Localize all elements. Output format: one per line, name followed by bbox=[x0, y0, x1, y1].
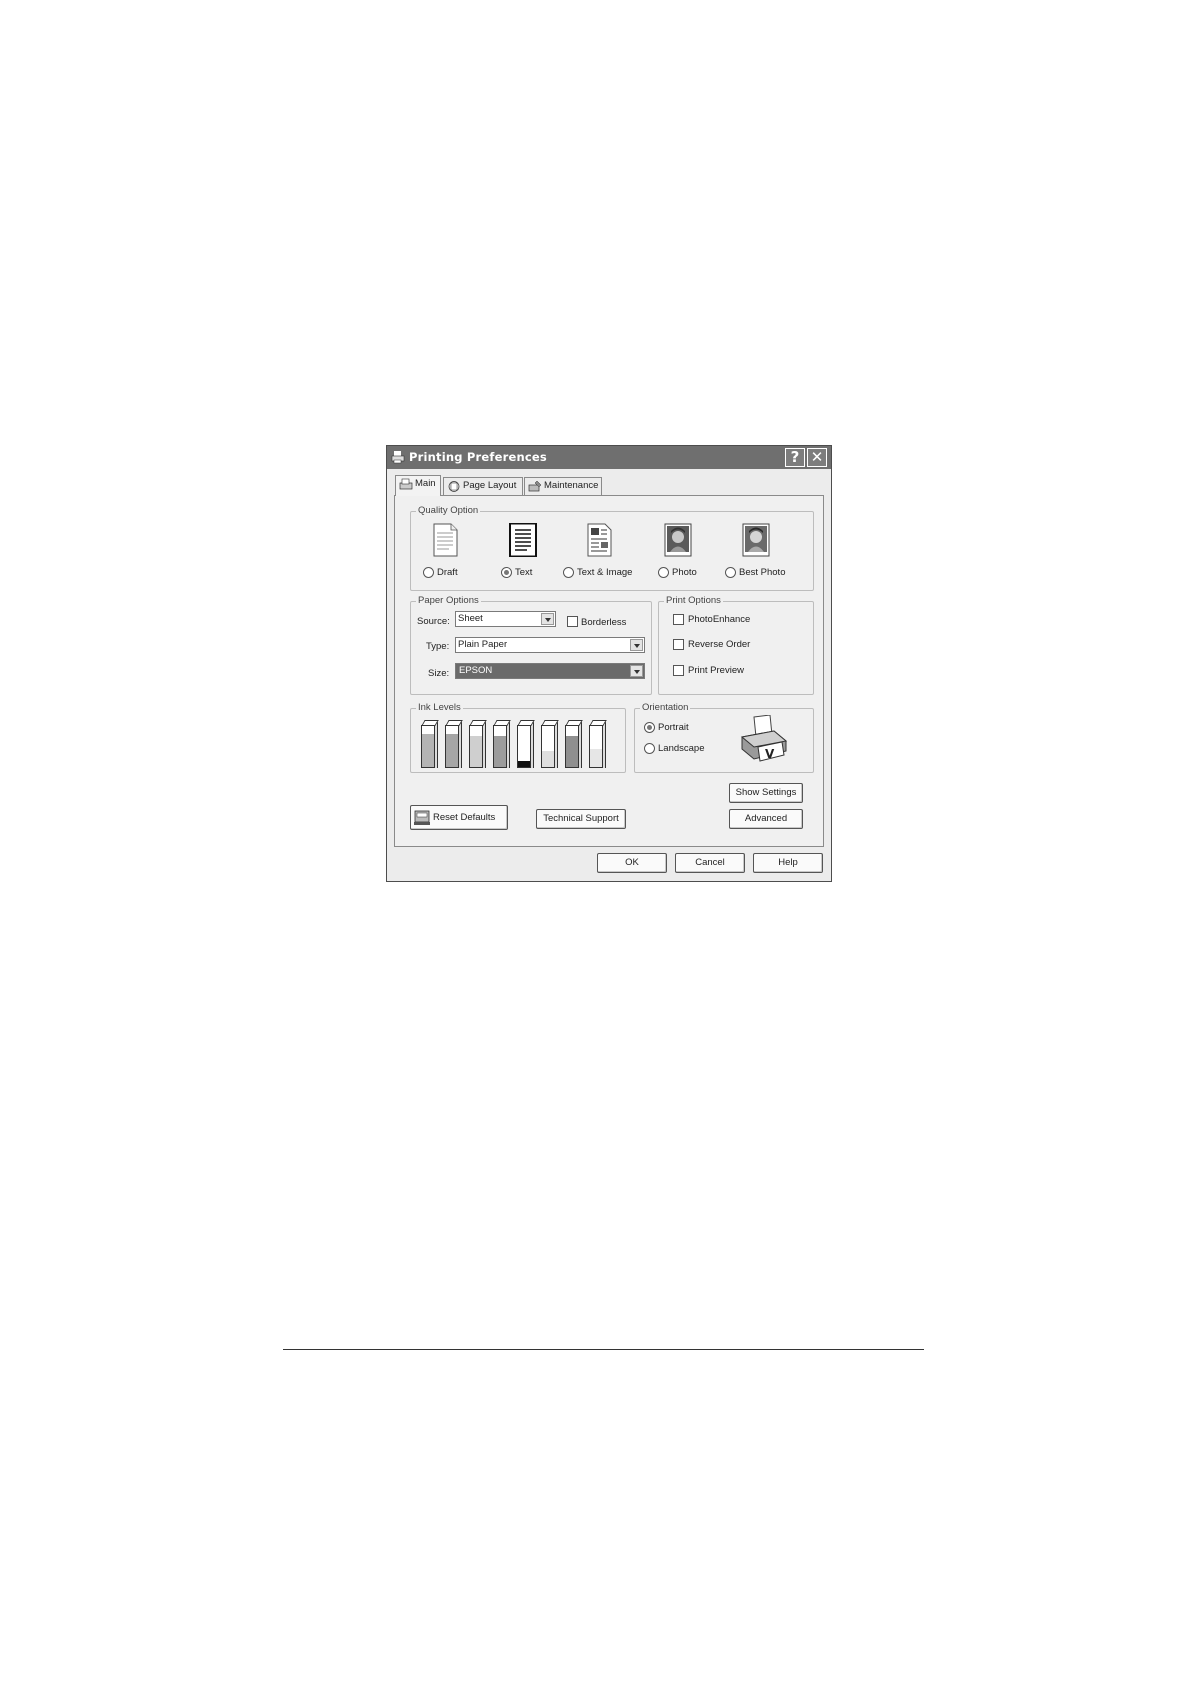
best-photo-label: Best Photo bbox=[739, 567, 786, 578]
reset-defaults-icon bbox=[414, 810, 430, 825]
print-preview-checkbox[interactable] bbox=[673, 665, 684, 676]
orientation-label: Orientation bbox=[640, 702, 691, 714]
size-label: Size: bbox=[428, 668, 450, 679]
size-select[interactable]: EPSON bbox=[455, 663, 645, 679]
landscape-radio[interactable] bbox=[644, 743, 655, 754]
text-label: Text bbox=[515, 567, 533, 578]
text-image-label: Text & Image bbox=[577, 567, 633, 578]
tab-maintenance-label: Maintenance bbox=[544, 480, 599, 491]
source-select[interactable]: Sheet bbox=[455, 611, 556, 627]
tab-page-layout[interactable]: Page Layout bbox=[443, 477, 523, 495]
chevron-down-icon[interactable] bbox=[630, 639, 643, 651]
ink-cartridge bbox=[541, 720, 559, 768]
source-label: Source: bbox=[417, 616, 450, 627]
tab-main[interactable]: Main bbox=[395, 475, 441, 496]
maintenance-icon bbox=[528, 480, 542, 492]
paper-options-label: Paper Options bbox=[416, 595, 481, 607]
text-image-page-icon[interactable] bbox=[585, 523, 613, 557]
advanced-button[interactable]: Advanced bbox=[729, 809, 803, 829]
dialog-title: Printing Preferences bbox=[409, 450, 547, 464]
text-image-radio[interactable] bbox=[563, 567, 574, 578]
printer-icon bbox=[391, 451, 405, 464]
quality-option-group: Quality Option Draft Text Text & Image P… bbox=[410, 505, 814, 591]
ink-cartridge bbox=[517, 720, 535, 768]
quality-option-label: Quality Option bbox=[416, 505, 481, 517]
best-photo-icon[interactable] bbox=[742, 523, 770, 557]
technical-support-button[interactable]: Technical Support bbox=[536, 809, 626, 829]
type-label: Type: bbox=[426, 641, 450, 652]
type-value: Plain Paper bbox=[458, 639, 508, 650]
print-preview-label: Print Preview bbox=[688, 665, 744, 676]
ink-cartridge bbox=[493, 720, 511, 768]
draft-label: Draft bbox=[437, 567, 458, 578]
printing-preferences-dialog: Printing Preferences ? ✕ Main Page Layou… bbox=[386, 445, 832, 882]
ink-level-fill bbox=[422, 734, 434, 767]
landscape-label: Landscape bbox=[658, 743, 705, 754]
print-options-group: Print Options PhotoEnhance Reverse Order… bbox=[658, 595, 814, 695]
chevron-down-icon[interactable] bbox=[541, 613, 554, 625]
help-titlebar-button[interactable]: ? bbox=[785, 448, 805, 467]
ink-cartridge bbox=[421, 720, 439, 768]
paper-options-group: Paper Options Source: Sheet Borderless T… bbox=[410, 595, 652, 695]
tab-main-label: Main bbox=[415, 478, 436, 489]
portrait-radio[interactable] bbox=[644, 722, 655, 733]
source-value: Sheet bbox=[458, 613, 483, 624]
photo-label: Photo bbox=[672, 567, 697, 578]
ink-cartridge bbox=[445, 720, 463, 768]
cancel-button[interactable]: Cancel bbox=[675, 853, 745, 873]
size-value: EPSON bbox=[458, 664, 494, 678]
ink-levels-group: Ink Levels bbox=[410, 702, 626, 773]
photo-icon[interactable] bbox=[664, 523, 692, 557]
page-footer-rule bbox=[283, 1349, 924, 1350]
draft-radio[interactable] bbox=[423, 567, 434, 578]
page-layout-icon bbox=[448, 481, 460, 492]
best-photo-radio[interactable] bbox=[725, 567, 736, 578]
ink-level-fill bbox=[542, 751, 554, 767]
main-tab-panel: Quality Option Draft Text Text & Image P… bbox=[394, 495, 824, 847]
ink-level-fill bbox=[566, 736, 578, 767]
chevron-down-icon[interactable] bbox=[630, 665, 643, 677]
show-settings-button[interactable]: Show Settings bbox=[729, 783, 803, 803]
ink-cartridge bbox=[589, 720, 607, 768]
reverse-order-checkbox[interactable] bbox=[673, 639, 684, 650]
orientation-group: Orientation Portrait Landscape V bbox=[634, 702, 814, 773]
reset-defaults-label: Reset Defaults bbox=[433, 812, 496, 823]
tab-page-layout-label: Page Layout bbox=[463, 480, 517, 491]
close-button[interactable]: ✕ bbox=[807, 448, 827, 467]
tab-maintenance[interactable]: Maintenance bbox=[524, 477, 602, 495]
ink-cartridge bbox=[565, 720, 583, 768]
draft-page-icon[interactable] bbox=[431, 523, 459, 557]
reverse-order-label: Reverse Order bbox=[688, 639, 751, 650]
photo-radio[interactable] bbox=[658, 567, 669, 578]
print-options-label: Print Options bbox=[664, 595, 723, 607]
printer-tab-icon bbox=[399, 478, 413, 490]
reset-defaults-button[interactable]: Reset Defaults bbox=[410, 805, 508, 830]
ink-level-fill bbox=[518, 761, 530, 767]
type-select[interactable]: Plain Paper bbox=[455, 637, 645, 653]
help-button[interactable]: Help bbox=[753, 853, 823, 873]
ink-level-fill bbox=[494, 736, 506, 767]
borderless-label: Borderless bbox=[581, 617, 627, 628]
ink-level-fill bbox=[590, 749, 602, 767]
portrait-label: Portrait bbox=[658, 722, 689, 733]
ink-levels-label: Ink Levels bbox=[416, 702, 463, 714]
title-bar[interactable]: Printing Preferences ? ✕ bbox=[387, 446, 831, 469]
photoenhance-checkbox[interactable] bbox=[673, 614, 684, 625]
ink-level-fill bbox=[470, 736, 482, 767]
svg-text:V: V bbox=[765, 747, 775, 761]
ok-button[interactable]: OK bbox=[597, 853, 667, 873]
text-radio[interactable] bbox=[501, 567, 512, 578]
ink-level-fill bbox=[446, 734, 458, 767]
printer-orientation-icon: V bbox=[740, 715, 788, 762]
photoenhance-label: PhotoEnhance bbox=[688, 614, 751, 625]
ink-cartridge bbox=[469, 720, 487, 768]
text-page-icon[interactable] bbox=[509, 523, 537, 557]
borderless-checkbox[interactable] bbox=[567, 616, 578, 627]
